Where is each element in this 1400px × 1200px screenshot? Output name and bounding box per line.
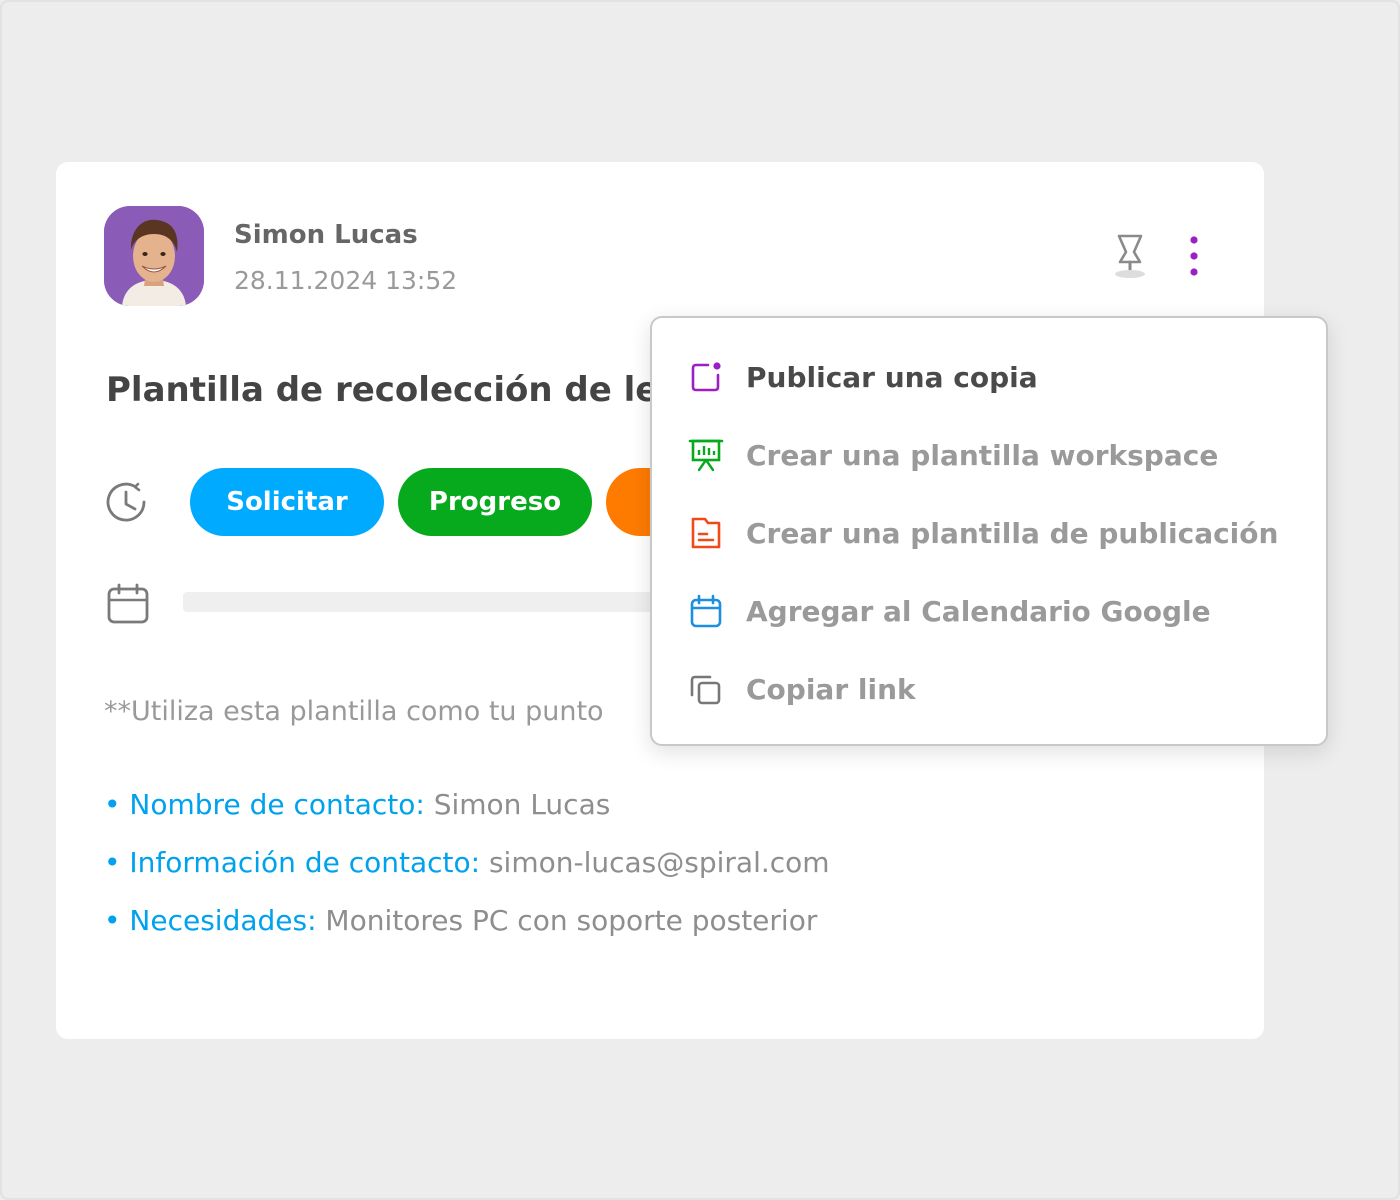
status-tag-progreso[interactable]: Progreso [398,468,592,536]
avatar-image [104,206,204,306]
menu-item-workspace-template[interactable]: Crear una plantilla workspace [652,420,1326,490]
menu-item-copy-link[interactable]: Copiar link [652,654,1326,724]
more-vertical-icon [1190,236,1198,276]
avatar[interactable] [104,206,204,306]
menu-item-publish-copy[interactable]: Publicar una copia [652,342,1326,412]
menu-item-google-calendar[interactable]: Agregar al Calendario Google [652,576,1326,646]
menu-item-publication-template[interactable]: Crear una plantilla de publicación [652,498,1326,568]
document-icon [688,515,724,551]
field-key: • Necesidades: [104,904,317,937]
post-title: Plantilla de recolección de lea [106,370,682,410]
context-menu: Publicar una copia Crear una plantilla w… [650,316,1328,746]
post-timestamp: 28.11.2024 13:52 [234,266,458,295]
publish-copy-icon [688,359,724,395]
field-contact-name: • Nombre de contacto: Simon Lucas [104,788,610,821]
field-value: Simon Lucas [424,788,611,821]
calendar-icon [688,593,724,629]
more-options-button[interactable] [1182,232,1206,280]
menu-item-label: Publicar una copia [746,360,1038,394]
clock-history-icon [104,480,150,526]
status-tag-label: Solicitar [226,487,348,517]
copy-icon [688,671,724,707]
field-key: • Nombre de contacto: [104,788,425,821]
menu-item-label: Copiar link [746,672,916,706]
menu-item-label: Crear una plantilla workspace [746,438,1219,472]
field-contact-info: • Información de contacto: simon-lucas@s… [104,846,830,879]
post-description: **Utiliza esta plantilla como tu punto [104,696,604,727]
status-tag-solicitar[interactable]: Solicitar [190,468,384,536]
calendar-icon [106,582,150,626]
presentation-board-icon [688,437,724,473]
pin-icon [1115,234,1145,278]
status-tag-label: Progreso [428,487,562,517]
author-name[interactable]: Simon Lucas [234,220,418,250]
menu-item-label: Crear una plantilla de publicación [746,516,1279,550]
field-value: Monitores PC con soporte posterior [316,904,818,937]
field-value: simon-lucas@spiral.com [480,846,830,879]
field-needs: • Necesidades: Monitores PC con soporte … [104,904,817,937]
menu-item-label: Agregar al Calendario Google [746,594,1211,628]
pin-button[interactable] [1112,232,1148,280]
field-key: • Información de contacto: [104,846,481,879]
